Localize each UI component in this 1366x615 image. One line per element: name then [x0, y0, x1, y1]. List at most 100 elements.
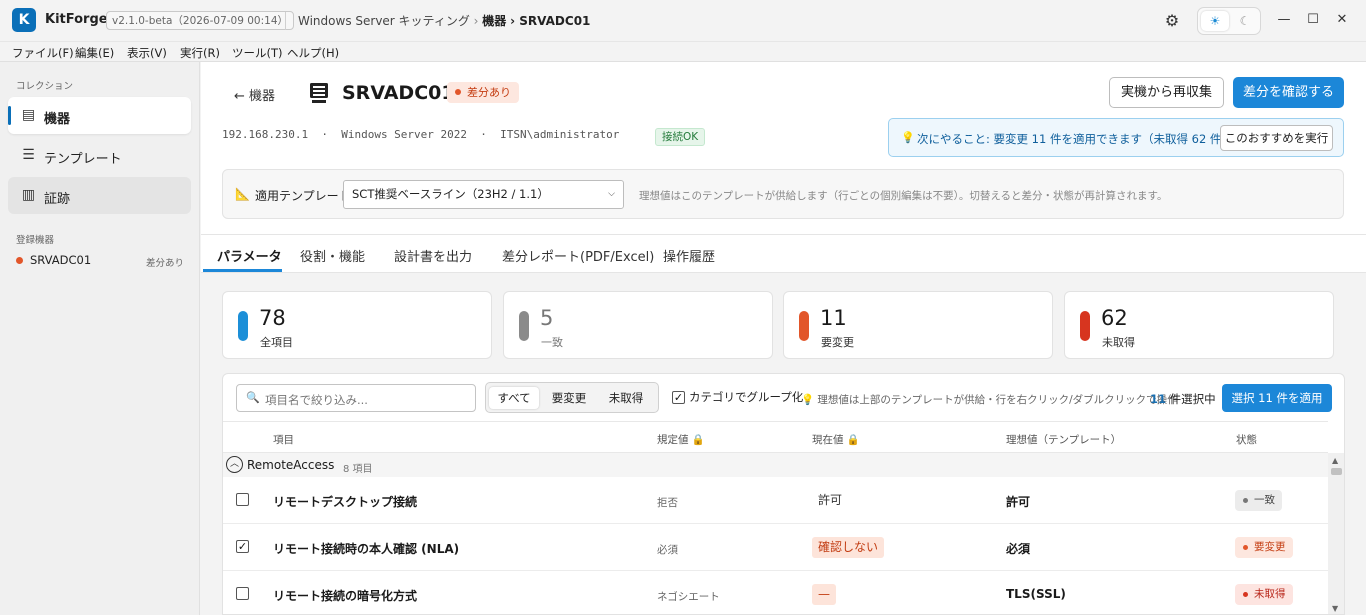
filter-missing[interactable]: 未取得 — [599, 387, 653, 409]
table-row[interactable]: ✓ リモート接続時の本人確認 (NLA) 必須 確認しない 必須 要変更 — [223, 524, 1328, 571]
sidebar-item-templates[interactable]: ☰ テンプレート — [8, 137, 191, 174]
menu-tools[interactable]: ツール(T) — [232, 45, 283, 61]
breadcrumb-section[interactable]: 機器 — [482, 14, 506, 28]
menu-file[interactable]: ファイル(F) — [12, 45, 74, 61]
menu-bar: ファイル(F) 編集(E) 表示(V) 実行(R) ツール(T) ヘルプ(H) — [0, 41, 1366, 62]
stat-value: 5 — [540, 306, 554, 330]
run-recommendation-button[interactable]: このおすすめを実行 — [1220, 125, 1333, 151]
tab-history[interactable]: 操作履歴 — [663, 246, 715, 265]
row-ideal: TLS(SSL) — [1006, 587, 1066, 601]
row-current: — — [812, 584, 836, 605]
scrollbar-thumb[interactable] — [1331, 468, 1342, 475]
filter-segmented-control: すべて 要変更 未取得 — [485, 382, 659, 413]
column-header-current[interactable]: 現在値 🔒 — [812, 432, 860, 447]
lock-icon: 🔒 — [846, 434, 860, 446]
scroll-up-icon[interactable]: ▲ — [1332, 456, 1338, 465]
column-header-ideal[interactable]: 理想値（テンプレート） — [1006, 432, 1121, 447]
breadcrumb-separator: › — [473, 14, 479, 28]
tab-export-design[interactable]: 設計書を出力 — [394, 246, 472, 265]
row-name: リモート接続時の本人確認 (NLA) — [273, 542, 460, 556]
category-name: RemoteAccess — [247, 458, 335, 472]
maximize-icon[interactable]: ☐ — [1303, 10, 1323, 30]
title-separator — [285, 12, 286, 30]
row-current: 許可 — [818, 493, 843, 507]
table-row[interactable]: リモートデスクトップ接続 拒否 許可 許可 一致 — [223, 477, 1328, 524]
row-default: 必須 — [657, 544, 678, 556]
tabs-top-divider — [201, 234, 1366, 235]
confirm-diff-button[interactable]: 差分を確認する — [1233, 77, 1344, 108]
document-icon: ☰ — [22, 147, 35, 163]
breadcrumb-root[interactable]: Windows Server キッティング — [298, 14, 470, 28]
row-default: 拒否 — [657, 497, 678, 509]
apply-selected-button[interactable]: 選択 11 件を適用 — [1222, 384, 1332, 412]
device-list-item[interactable]: SRVADC01 差分あり — [16, 252, 188, 270]
table-row[interactable]: リモート接続の暗号化方式 ネゴシエート — TLS(SSL) 未取得 — [223, 571, 1328, 614]
sidebar-heading-collection: コレクション — [16, 81, 74, 92]
minimize-icon[interactable]: — — [1274, 10, 1294, 30]
menu-help[interactable]: ヘルプ(H) — [287, 45, 339, 61]
hint-text: 理想値は上部のテンプレートが供給・行を右クリック/ダブルクリックで操作 — [817, 394, 1178, 406]
template-bar: 📐 適用テンプレート SCT推奨ベースライン（23H2 / 1.1） ⌵ 理想値… — [222, 169, 1344, 219]
row-checkbox[interactable]: ✓ — [236, 540, 249, 553]
next-step-text: 次にやること: 要変更 11 件を適用できます（未取得 62 件） — [917, 132, 1233, 146]
row-checkbox[interactable] — [236, 493, 249, 506]
connection-badge: 接続OK — [655, 128, 706, 146]
sidebar-item-devices[interactable]: ▤ 機器 — [8, 97, 191, 134]
template-selected-value: SCT推奨ベースライン（23H2 / 1.1） — [352, 187, 549, 201]
group-by-category-label: カテゴリでグループ化 — [689, 390, 804, 404]
page-title: SRVADC01 — [342, 82, 455, 104]
category-count: 8 項目 — [343, 464, 373, 475]
sidebar-item-label: テンプレート — [44, 152, 122, 167]
template-label: 適用テンプレート — [255, 189, 351, 203]
tab-parameters[interactable]: パラメータ — [217, 246, 282, 265]
row-name: リモート接続の暗号化方式 — [273, 589, 418, 603]
device-name: SRVADC01 — [30, 253, 92, 267]
theme-toggle[interactable]: ☀ ☾ — [1197, 7, 1261, 35]
parameter-table-panel: 🔍 項目名で絞り込み... すべて 要変更 未取得 ✓ カテゴリでグループ化 💡… — [222, 373, 1345, 615]
sidebar-item-evidence[interactable]: ▥ 証跡 — [8, 177, 191, 214]
table-header: 項目 規定値 🔒 現在値 🔒 理想値（テンプレート） 状態 — [223, 421, 1328, 453]
row-name: リモートデスクトップ接続 — [273, 495, 418, 509]
column-header-status[interactable]: 状態 — [1236, 432, 1257, 447]
row-checkbox[interactable] — [236, 587, 249, 600]
stat-label: 未取得 — [1102, 336, 1135, 349]
stat-color-bar — [238, 311, 248, 341]
close-icon[interactable]: ✕ — [1332, 10, 1352, 30]
stat-color-bar — [519, 311, 529, 341]
settings-gear-icon[interactable]: ⚙ — [1163, 12, 1181, 30]
selected-count-suffix: 件選択中 — [1166, 392, 1216, 406]
template-select[interactable]: SCT推奨ベースライン（23H2 / 1.1） ⌵ — [343, 180, 624, 209]
back-link[interactable]: ← 機器 — [234, 85, 275, 104]
search-input[interactable]: 🔍 項目名で絞り込み... — [236, 384, 476, 412]
row-default: ネゴシエート — [657, 591, 720, 603]
dark-mode-moon-icon[interactable]: ☾ — [1233, 11, 1257, 31]
chart-icon: ▥ — [21, 187, 36, 203]
tab-roles[interactable]: 役割・機能 — [300, 246, 365, 265]
group-by-category-checkbox[interactable]: ✓ — [672, 391, 685, 404]
stat-value: 62 — [1101, 306, 1128, 330]
menu-view[interactable]: 表示(V) — [127, 45, 167, 61]
column-header-item[interactable]: 項目 — [273, 432, 294, 447]
stat-card-missing: 62 未取得 — [1064, 291, 1334, 359]
recollect-button[interactable]: 実機から再収集 — [1109, 77, 1224, 108]
category-group-row[interactable]: ︿ RemoteAccess 8 項目 — [223, 453, 1328, 477]
filter-all[interactable]: すべて — [489, 387, 539, 409]
column-header-default[interactable]: 規定値 🔒 — [657, 432, 705, 447]
lock-icon: 🔒 — [691, 434, 705, 446]
next-step-banner: 💡 次にやること: 要変更 11 件を適用できます（未取得 62 件） このおす… — [888, 118, 1344, 157]
table-scrollbar[interactable]: ▲ ▼ — [1328, 453, 1344, 614]
menu-run[interactable]: 実行(R) — [180, 45, 220, 61]
light-mode-sun-icon[interactable]: ☀ — [1201, 11, 1229, 31]
collapse-chevron-up-icon[interactable]: ︿ — [226, 456, 243, 473]
tab-diff-report[interactable]: 差分レポート(PDF/Excel) — [502, 246, 654, 265]
scroll-down-icon[interactable]: ▼ — [1332, 604, 1338, 613]
table-hint: 💡 理想値は上部のテンプレートが供給・行を右クリック/ダブルクリックで操作 — [801, 392, 1178, 407]
filter-needs-change[interactable]: 要変更 — [542, 387, 596, 409]
status-badge: 一致 — [1235, 490, 1282, 511]
device-meta: 192.168.230.1 · Windows Server 2022 · IT… — [222, 128, 620, 141]
app-logo: K — [12, 8, 36, 32]
status-dot — [16, 257, 23, 264]
menu-edit[interactable]: 編集(E) — [75, 45, 114, 61]
version-badge: v2.1.0-beta（2026-07-09 00:14） — [106, 11, 295, 30]
stat-label: 全項目 — [260, 336, 293, 349]
